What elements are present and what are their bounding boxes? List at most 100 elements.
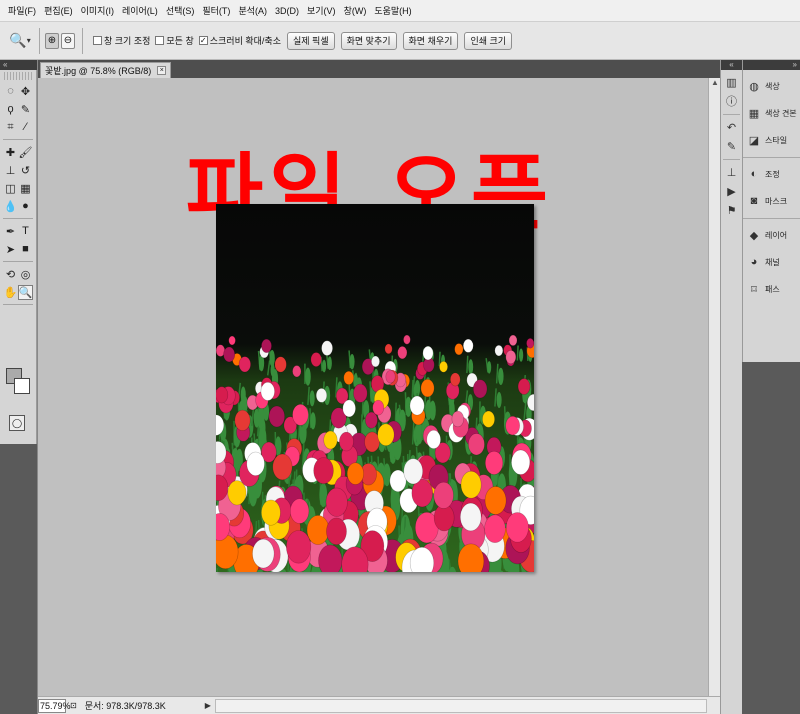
close-icon[interactable]: × (157, 66, 167, 75)
zoom-in-button[interactable]: ⊕ (45, 32, 59, 49)
actions-icon[interactable]: ▶ (725, 184, 739, 198)
all-windows-checkbox[interactable]: 모든 창 (155, 34, 194, 47)
quick-select-tool-icon[interactable]: ✎ (18, 102, 33, 117)
menu-window[interactable]: 창(W) (340, 4, 371, 17)
panel-label: 색상 (765, 81, 780, 91)
hand-tool-icon[interactable]: ✋ (3, 285, 18, 300)
resize-window-checkbox[interactable]: 창 크기 조정 (93, 34, 150, 47)
panel-color[interactable]: ◍ 색상 (743, 75, 800, 97)
panel-layers[interactable]: ◆ 레이어 (743, 224, 800, 246)
blur-tool-icon[interactable]: 💧 (3, 199, 18, 214)
menu-layer[interactable]: 레이어(L) (118, 4, 162, 17)
document-tab[interactable]: 꽃밭.jpg @ 75.8% (RGB/8) × (40, 62, 172, 78)
document-info: 문서: 978.3K/978.3K (84, 701, 166, 711)
panel-paths[interactable]: ⌑ 패스 (743, 278, 800, 300)
document-window: 꽃밭.jpg @ 75.8% (RGB/8) × 파일 오픈 ▲ 75.79% … (37, 60, 721, 714)
eraser-tool-icon[interactable]: ◫ (3, 181, 18, 196)
panel-swatches[interactable]: ▦ 색상 견본 (743, 102, 800, 124)
menu-analysis[interactable]: 분석(A) (234, 4, 271, 17)
history-icon[interactable]: ↶ (725, 120, 739, 134)
tools-panel: ◌ ✥ ϙ ✎ ⌗ ⁄ ✚ 🖌 ⊥ ↺ ◫ ▦ 💧 ● ✒ T ➤ ■ ⟲ ◎ ✋ 🔍 ◯ (0, 70, 37, 444)
info-icon[interactable]: ⓘ (725, 94, 739, 108)
canvas-area[interactable]: 파일 오픈 (38, 78, 708, 696)
scrubby-zoom-checkbox[interactable]: ✓ 스크러비 확대/축소 (198, 34, 281, 47)
type-tool-icon[interactable]: T (18, 224, 33, 239)
tulip-photo (216, 204, 534, 572)
gradient-tool-icon[interactable]: ▦ (18, 181, 33, 196)
tool-preset-picker[interactable]: 🔍 ▾ (6, 29, 34, 53)
document-tab-bar: 꽃밭.jpg @ 75.8% (RGB/8) × (38, 60, 721, 78)
divider (3, 261, 33, 262)
panel-adjustments[interactable]: ◐ 조정 (743, 163, 800, 185)
divider (82, 27, 83, 54)
zoom-out-icon: ⊖ (63, 35, 73, 46)
checkbox-box[interactable] (155, 36, 165, 45)
status-menu-arrow-icon[interactable]: ▶ (205, 701, 215, 710)
history-brush-tool-icon[interactable]: ↺ (18, 163, 33, 178)
print-size-button[interactable]: 인쇄 크기 (464, 31, 513, 50)
menu-edit[interactable]: 편집(E) (40, 4, 77, 17)
panel-label: 스타일 (765, 135, 788, 145)
scrubby-zoom-label: 스크러비 확대/축소 (209, 36, 281, 46)
menu-image[interactable]: 이미지(I) (77, 4, 118, 17)
panel-dock-header[interactable]: » (743, 60, 800, 70)
eyedropper-tool-icon[interactable]: ⁄ (18, 120, 33, 135)
tools-panel-header[interactable]: « (0, 60, 37, 70)
dodge-tool-icon[interactable]: ● (18, 199, 33, 214)
fit-screen-button[interactable]: 화면 맞추기 (340, 31, 397, 50)
swatches-icon: ▦ (748, 107, 760, 120)
clone-source-icon[interactable]: ⊥ (725, 165, 739, 179)
options-bar: 🔍 ▾ ⊕ ⊖ 창 크기 조정 모든 창 ✓ 스크러비 확대/축소 실제 픽셀 화… (0, 22, 800, 60)
zoom-out-button[interactable]: ⊖ (61, 32, 75, 49)
panel-label: 마스크 (765, 196, 788, 206)
3d-orbit-tool-icon[interactable]: ◎ (18, 267, 33, 282)
panel-masks[interactable]: ◙ 마스크 (743, 190, 800, 212)
panel-strip-header[interactable]: « (721, 60, 742, 70)
shape-tool-icon[interactable]: ■ (18, 242, 33, 257)
actual-pixels-button[interactable]: 실제 픽셀 (287, 31, 335, 50)
divider (3, 304, 33, 305)
styles-icon: ◪ (748, 134, 760, 147)
divider (3, 218, 33, 219)
menu-select[interactable]: 선택(S) (162, 4, 199, 17)
panel-label: 조정 (765, 169, 780, 179)
clone-stamp-tool-icon[interactable]: ⊥ (3, 163, 18, 178)
tool-presets-icon[interactable]: ⚑ (725, 203, 739, 217)
document-tab-title: 꽃밭.jpg @ 75.8% (RGB/8) (45, 66, 152, 76)
menu-filter[interactable]: 필터(T) (198, 4, 234, 17)
menu-3d[interactable]: 3D(D) (271, 6, 303, 16)
zoom-level-field[interactable]: 75.79% (38, 698, 71, 713)
chevron-down-icon: ▾ (26, 36, 31, 45)
histogram-icon[interactable]: ▥ (725, 75, 739, 89)
checkbox-box-checked[interactable]: ✓ (198, 36, 208, 45)
marquee-tool-icon[interactable]: ◌ (3, 84, 18, 99)
quick-mask-icon[interactable]: ◯ (9, 415, 25, 431)
panel-grip[interactable] (4, 72, 32, 80)
move-tool-icon[interactable]: ✥ (18, 84, 33, 99)
menu-help[interactable]: 도움말(H) (370, 4, 415, 17)
checkbox-box[interactable] (93, 36, 102, 45)
panel-dock: » ◍ 색상 ▦ 색상 견본 ◪ 스타일 ◐ 조정 ◙ 마스크 ◆ 레이어 ◕ … (742, 60, 800, 362)
menu-view[interactable]: 보기(V) (303, 4, 340, 17)
panel-label: 색상 견본 (765, 108, 797, 118)
crop-tool-icon[interactable]: ⌗ (3, 120, 18, 135)
brushes-icon[interactable]: ✎ (725, 139, 739, 153)
healing-brush-tool-icon[interactable]: ✚ (3, 145, 18, 160)
panel-channels[interactable]: ◕ 채널 (743, 251, 800, 273)
background-color-swatch[interactable] (14, 378, 30, 394)
path-selection-tool-icon[interactable]: ➤ (3, 242, 18, 257)
color-icon: ◍ (749, 80, 759, 93)
pen-tool-icon[interactable]: ✒ (3, 224, 18, 239)
panel-styles[interactable]: ◪ 스타일 (743, 129, 800, 151)
workspace-background (0, 444, 37, 714)
menu-file[interactable]: 파일(F) (4, 4, 40, 17)
brush-tool-icon[interactable]: 🖌 (18, 145, 33, 160)
horizontal-scrollbar[interactable] (214, 698, 707, 713)
lasso-tool-icon[interactable]: ϙ (3, 102, 18, 117)
panel-label: 패스 (765, 284, 780, 294)
status-info-icon[interactable]: ⊡ (70, 701, 77, 710)
adjustments-icon: ◐ (750, 168, 758, 180)
fill-screen-button[interactable]: 화면 채우기 (402, 31, 459, 50)
zoom-tool-icon[interactable]: 🔍 (18, 284, 33, 300)
3d-rotate-tool-icon[interactable]: ⟲ (3, 267, 18, 282)
